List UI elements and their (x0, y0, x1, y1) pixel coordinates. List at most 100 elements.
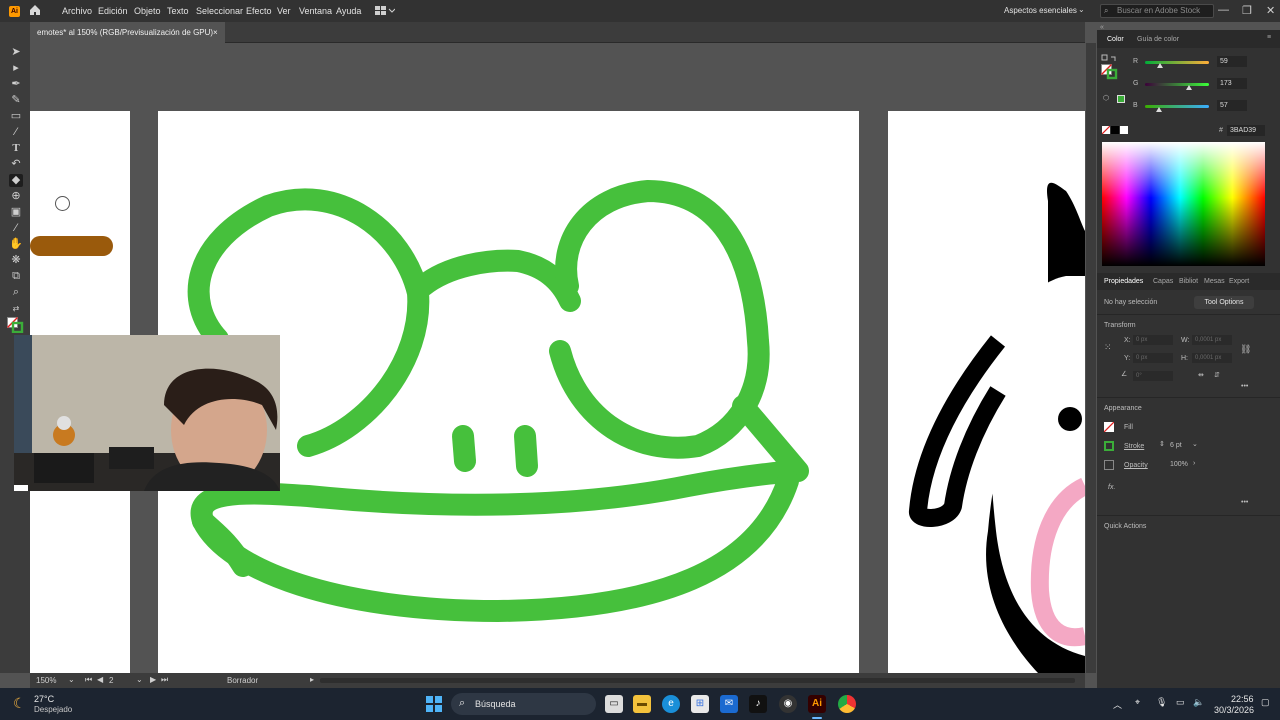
direct-selection-tool-icon[interactable]: ▸ (9, 62, 23, 75)
edge-browser-icon[interactable]: e (662, 695, 680, 713)
document-tab[interactable]: emotes* al 150% (RGB/Previsualización de… (30, 22, 225, 43)
curvature-tool-icon[interactable]: ✎ (9, 94, 23, 107)
menu-efecto[interactable]: Efecto (246, 6, 272, 16)
appearance-more-icon[interactable]: ••• (1241, 499, 1248, 506)
last-artboard-icon[interactable]: ⏭ (161, 675, 168, 685)
channel-r-slider[interactable] (1145, 61, 1209, 68)
none-swatch[interactable] (1101, 125, 1111, 135)
fill-swatch[interactable] (1103, 421, 1115, 433)
flip-horizontal-icon[interactable]: ⇹ (1198, 371, 1204, 379)
menu-ventana[interactable]: Ventana (299, 6, 332, 16)
rotate-tool-icon[interactable]: ↶ (9, 158, 23, 171)
weather-moon-icon[interactable]: ☾ (13, 695, 26, 712)
artboard-number[interactable]: 2 (109, 676, 113, 685)
document-tab-close-button[interactable]: × (213, 22, 218, 43)
swap-fill-stroke-icon[interactable]: ⇄ (9, 302, 23, 315)
panel-menu-icon[interactable]: ≡ (1267, 34, 1271, 41)
channel-b-slider[interactable] (1145, 105, 1209, 112)
brown-stroke-shape[interactable] (30, 236, 113, 256)
menu-ayuda[interactable]: Ayuda (336, 6, 361, 16)
show-hidden-icons-icon[interactable]: ︿ (1113, 698, 1122, 711)
first-artboard-icon[interactable]: ⏮ (85, 675, 92, 685)
channel-g-slider-thumb[interactable] (1185, 85, 1192, 90)
channel-b-slider-thumb[interactable] (1156, 107, 1163, 112)
channel-g-slider[interactable] (1145, 83, 1209, 90)
weather-temperature[interactable]: 27°C (34, 694, 54, 704)
gradient-tool-icon[interactable]: ▣ (9, 206, 23, 219)
illustrator-taskbar-icon[interactable]: Ai (808, 695, 826, 713)
previous-artboard-icon[interactable]: ◀ (97, 675, 103, 684)
zoom-level[interactable]: 150% (36, 676, 56, 685)
microsoft-store-icon[interactable]: ⊞ (691, 695, 709, 713)
taskbar-search-box[interactable]: Búsqueda (451, 693, 596, 715)
fill-stroke-swatch[interactable] (7, 317, 25, 334)
shape-builder-tool-icon[interactable]: ⊕ (9, 190, 23, 203)
menu-edicion[interactable]: Edición (98, 6, 128, 16)
h-input[interactable]: 0,0001 px (1192, 353, 1232, 363)
workspace-switcher[interactable]: Aspectos esenciales (1004, 6, 1077, 15)
channel-g-input[interactable]: 173 (1217, 78, 1247, 89)
pen-tool-icon[interactable]: ✒ (9, 78, 23, 91)
flip-vertical-icon[interactable]: ⇵ (1214, 371, 1220, 379)
eyedropper-tool-icon[interactable]: ⁄ (9, 222, 23, 235)
reference-point-icon[interactable]: ⁙ (1104, 342, 1112, 353)
selection-tool-icon[interactable]: ➤ (9, 46, 23, 59)
angle-input[interactable]: 0° (1133, 371, 1173, 381)
hex-input[interactable]: 3BAD39 (1227, 125, 1265, 136)
stroke-swatch[interactable] (1104, 441, 1114, 451)
tab-color-guide[interactable]: Guía de color (1137, 36, 1179, 43)
next-artboard-icon[interactable]: ▶ (150, 675, 156, 684)
eraser-tool-icon[interactable]: ◆ (9, 174, 23, 187)
type-tool-icon[interactable]: T (9, 142, 23, 155)
windows-start-icon[interactable] (426, 696, 442, 712)
maximize-icon[interactable]: ❐ (1242, 4, 1252, 17)
menu-texto[interactable]: Texto (167, 6, 189, 16)
menu-objeto[interactable]: Objeto (134, 6, 161, 16)
microphone-icon[interactable]: 🎙 (1156, 697, 1167, 708)
stroke-weight-dropdown-icon[interactable]: ⌄ (1192, 440, 1198, 448)
outlook-icon[interactable]: ✉ (720, 695, 738, 713)
tab-layers[interactable]: Capas (1153, 278, 1173, 285)
close-icon[interactable]: ✕ (1266, 4, 1275, 17)
artboard-dropdown-icon[interactable]: ⌄ (136, 675, 143, 684)
paintbrush-tool-icon[interactable]: ⁄ (9, 126, 23, 139)
volume-icon[interactable]: 🔈 (1193, 697, 1204, 708)
artboard-tool-icon[interactable]: ⧉ (9, 270, 23, 283)
zoom-dropdown-icon[interactable]: ⌄ (68, 675, 75, 684)
menu-ver[interactable]: Ver (277, 6, 291, 16)
character-drawing[interactable] (888, 111, 1085, 673)
tab-export[interactable]: Export (1229, 278, 1249, 285)
stroke-stepper-icon[interactable]: ⇕ (1159, 440, 1165, 448)
rectangle-tool-icon[interactable]: ▭ (9, 110, 23, 123)
fx-button[interactable]: fx. (1108, 484, 1115, 491)
tab-color[interactable]: Color (1107, 36, 1124, 43)
file-explorer-icon[interactable]: ▬ (633, 695, 651, 713)
web-safe-swatch[interactable] (1117, 95, 1125, 103)
clock-date[interactable]: 30/3/2026 (1214, 705, 1254, 715)
symbol-sprayer-tool-icon[interactable]: ❋ (9, 254, 23, 267)
weather-description[interactable]: Despejado (34, 705, 72, 714)
location-icon[interactable]: ⌖ (1135, 697, 1140, 708)
color-spectrum[interactable] (1102, 142, 1265, 266)
status-menu-arrow-icon[interactable]: ▸ (310, 675, 314, 684)
panel-collapse-icon[interactable]: « (1100, 24, 1104, 31)
stroke-label[interactable]: Stroke (1124, 443, 1144, 450)
color-fill-stroke-swatch[interactable] (1101, 54, 1121, 80)
stroke-weight-input[interactable]: 6 pt (1170, 442, 1182, 449)
menu-archivo[interactable]: Archivo (62, 6, 92, 16)
puppet-warp-tool-icon[interactable]: ✋ (9, 238, 23, 251)
home-icon[interactable] (29, 4, 41, 16)
tab-properties[interactable]: Propiedades (1104, 278, 1143, 285)
channel-r-input[interactable]: 59 (1217, 56, 1247, 67)
horizontal-scrollbar[interactable] (320, 678, 1075, 683)
white-swatch[interactable] (1120, 126, 1128, 134)
channel-b-input[interactable]: 57 (1217, 100, 1247, 111)
tab-libraries[interactable]: Bibliot (1179, 278, 1198, 285)
tab-artboards[interactable]: Mesas (1204, 278, 1225, 285)
constrain-proportions-icon[interactable]: ⛓ (1240, 344, 1251, 355)
chrome-icon[interactable] (838, 695, 856, 713)
opacity-arrow-icon[interactable]: › (1193, 460, 1195, 467)
y-input[interactable]: 0 px (1133, 353, 1173, 363)
task-view-icon[interactable]: ▭ (605, 695, 623, 713)
arrange-documents-icon[interactable] (375, 6, 396, 16)
